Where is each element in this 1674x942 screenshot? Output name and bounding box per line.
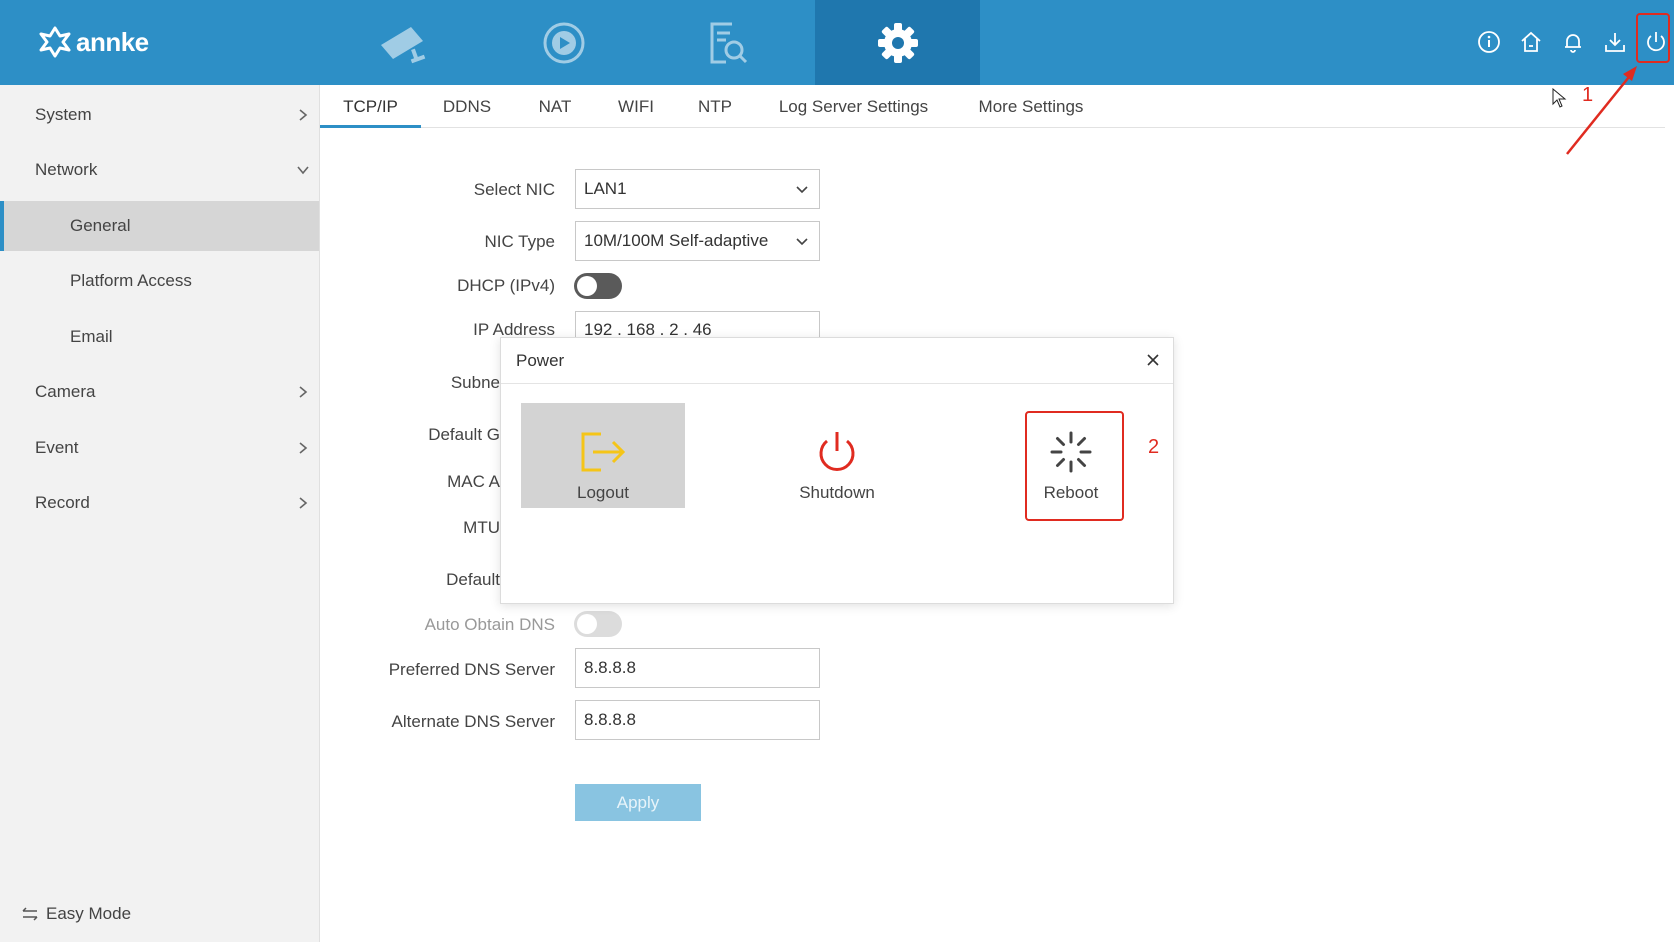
- dhcp-toggle[interactable]: [574, 273, 622, 299]
- sidebar-item-general[interactable]: General: [0, 201, 319, 251]
- power-highlight-box: [1636, 13, 1670, 63]
- nav-tab-playback[interactable]: [481, 0, 646, 85]
- tab-log-server-settings[interactable]: Log Server Settings: [766, 85, 941, 128]
- swap-icon: [22, 907, 38, 921]
- tab-more-settings[interactable]: More Settings: [963, 85, 1099, 128]
- shutdown-icon: [819, 432, 855, 471]
- search-file-icon: [710, 22, 747, 63]
- reboot-highlight-box: [1025, 411, 1124, 521]
- default-gateway-label: Default G: [428, 425, 500, 444]
- preferred-dns-field[interactable]: 8.8.8.8: [575, 648, 820, 688]
- nic-type-dropdown[interactable]: 10M/100M Self-adaptive: [575, 221, 820, 261]
- subtab-bar: TCP/IP DDNS NAT WIFI NTP Log Server Sett…: [320, 85, 1665, 128]
- sidebar-item-label: Email: [70, 327, 113, 346]
- chevron-down-icon: [796, 186, 808, 194]
- subnet-mask-label: Subne: [450, 373, 500, 392]
- nav-tab-configuration[interactable]: [815, 0, 980, 85]
- top-bar: annke: [0, 0, 1674, 85]
- chevron-right-icon: [299, 497, 308, 509]
- dhcp-label: DHCP (IPv4): [457, 276, 555, 295]
- sidebar-item-label: Event: [35, 438, 79, 457]
- download-icon: [1605, 33, 1625, 52]
- sidebar-item-label: Platform Access: [70, 271, 192, 290]
- select-nic-dropdown[interactable]: LAN1: [575, 169, 820, 209]
- alternate-dns-label: Alternate DNS Server: [391, 712, 555, 731]
- sidebar-item-label: General: [70, 216, 131, 235]
- sidebar-item-network[interactable]: Network: [0, 145, 319, 195]
- nic-type-value: 10M/100M Self-adaptive: [584, 231, 769, 250]
- sidebar-item-platform-access[interactable]: Platform Access: [0, 256, 319, 306]
- info-button[interactable]: [1474, 26, 1504, 58]
- sidebar-item-label: Camera: [35, 382, 96, 401]
- easy-mode-button[interactable]: Easy Mode: [22, 904, 131, 924]
- home-icon: [1521, 31, 1541, 52]
- close-icon: [1147, 354, 1159, 366]
- mtu-label: MTU: [463, 518, 500, 537]
- auto-obtain-dns-toggle[interactable]: [574, 611, 622, 637]
- tab-ddns[interactable]: DDNS: [432, 85, 502, 128]
- download-button[interactable]: [1600, 26, 1630, 58]
- info-icon: [1478, 31, 1500, 53]
- logo-mark-icon: [39, 26, 71, 58]
- tab-ntp[interactable]: NTP: [686, 85, 744, 128]
- default-route-label: Default: [446, 570, 500, 589]
- dialog-close-button[interactable]: [1141, 348, 1165, 372]
- logout-label: Logout: [577, 483, 629, 502]
- mouse-cursor-icon: [1552, 88, 1567, 108]
- gear-icon: [877, 22, 918, 63]
- chevron-down-icon: [796, 238, 808, 246]
- shutdown-label: Shutdown: [799, 483, 875, 502]
- brand-name: annke: [76, 26, 149, 57]
- chevron-down-icon: [297, 166, 309, 175]
- bell-icon: [1565, 34, 1581, 53]
- playback-icon: [543, 22, 584, 63]
- nav-tab-search[interactable]: [644, 0, 809, 85]
- tab-tcp-ip[interactable]: TCP/IP: [320, 85, 421, 128]
- home-button[interactable]: [1516, 26, 1546, 58]
- notifications-button[interactable]: [1558, 26, 1588, 58]
- chevron-right-icon: [299, 109, 308, 121]
- nav-tab-live-view[interactable]: [318, 0, 483, 85]
- annotation-arrow: [1566, 66, 1637, 155]
- select-nic-label: Select NIC: [473, 180, 555, 199]
- brand-logo: annke: [38, 22, 149, 62]
- logout-option[interactable]: Logout: [521, 403, 685, 508]
- alternate-dns-field[interactable]: 8.8.8.8: [575, 700, 820, 740]
- auto-obtain-dns-label: Auto Obtain DNS: [424, 615, 555, 634]
- sidebar-item-email[interactable]: Email: [0, 312, 319, 362]
- select-nic-value: LAN1: [584, 179, 627, 198]
- mac-address-label: MAC A: [447, 472, 500, 491]
- shutdown-option[interactable]: Shutdown: [755, 403, 919, 508]
- nic-type-label: NIC Type: [484, 232, 555, 251]
- step-2-number: 2: [1148, 436, 1160, 458]
- sidebar-item-system[interactable]: System: [0, 90, 319, 140]
- tab-wifi[interactable]: WIFI: [606, 85, 666, 128]
- logout-icon: [581, 432, 626, 472]
- sidebar-item-label: Record: [35, 493, 90, 512]
- preferred-dns-label: Preferred DNS Server: [388, 660, 555, 679]
- apply-button[interactable]: Apply: [575, 784, 701, 821]
- dialog-title: Power: [516, 351, 565, 370]
- dialog-header: Power: [501, 338, 1173, 384]
- sidebar: System Network General Platform Access E…: [0, 85, 320, 942]
- camera-icon: [380, 26, 425, 63]
- easy-mode-label: Easy Mode: [46, 904, 132, 923]
- tab-nat[interactable]: NAT: [525, 85, 585, 128]
- sidebar-item-label: Network: [35, 160, 98, 179]
- sidebar-item-label: System: [35, 105, 92, 124]
